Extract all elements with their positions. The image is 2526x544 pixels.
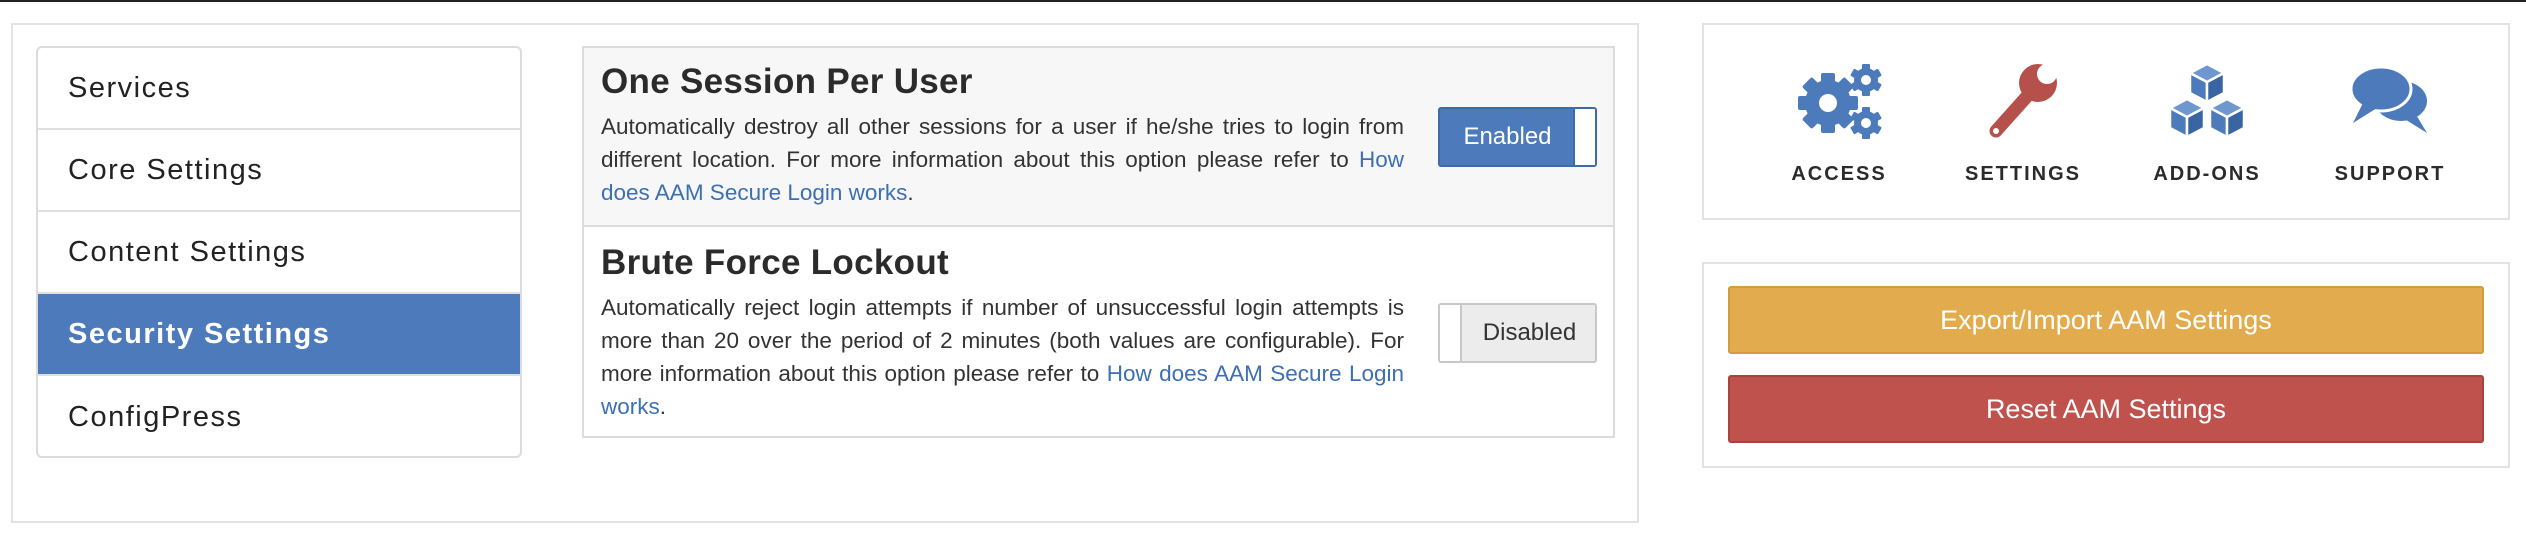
nav-item-label: Content Settings bbox=[68, 235, 307, 268]
setting-description: Automatically reject login attempts if n… bbox=[601, 291, 1404, 423]
toggle-label: Enabled bbox=[1463, 123, 1552, 150]
nav-item-core-settings[interactable]: Core Settings bbox=[38, 130, 520, 212]
setting-title: One Session Per User bbox=[601, 62, 973, 101]
support-link[interactable]: SUPPORT bbox=[2300, 61, 2480, 186]
quick-link-label: SUPPORT bbox=[2334, 163, 2446, 185]
setting-row-one-session: One Session Per User Automatically destr… bbox=[584, 48, 1613, 227]
quick-links-panel: ACCESS SETTINGS ADD-ONS SUPPORT bbox=[1702, 23, 2510, 220]
setting-description: Automatically destroy all other sessions… bbox=[601, 110, 1404, 209]
setting-row-brute-force: Brute Force Lockout Automatically reject… bbox=[584, 227, 1613, 436]
description-text: Automatically destroy all other sessions… bbox=[601, 114, 1404, 172]
wrench-icon bbox=[1989, 64, 2057, 138]
security-settings-table: One Session Per User Automatically destr… bbox=[582, 46, 1615, 438]
quick-link-label: ACCESS bbox=[1791, 163, 1887, 185]
toggle-handle bbox=[1440, 305, 1462, 361]
one-session-toggle[interactable]: Enabled bbox=[1438, 107, 1597, 167]
access-link[interactable]: ACCESS bbox=[1749, 61, 1929, 186]
chat-bubbles-icon bbox=[2349, 65, 2427, 133]
quick-link-label: SETTINGS bbox=[1964, 163, 2081, 185]
add-ons-link[interactable]: ADD-ONS bbox=[2117, 61, 2297, 186]
settings-nav: Services Core Settings Content Settings … bbox=[36, 46, 522, 458]
toggle-handle bbox=[1573, 109, 1595, 165]
settings-link[interactable]: SETTINGS bbox=[1933, 61, 2113, 186]
export-import-button[interactable]: Export/Import AAM Settings bbox=[1728, 286, 2484, 354]
reset-settings-button[interactable]: Reset AAM Settings bbox=[1728, 375, 2484, 443]
toggle-label: Disabled bbox=[1482, 319, 1577, 346]
nav-item-label: ConfigPress bbox=[68, 400, 243, 433]
nav-item-content-settings[interactable]: Content Settings bbox=[38, 212, 520, 294]
top-border bbox=[0, 0, 2526, 2]
setting-title: Brute Force Lockout bbox=[601, 243, 949, 282]
cubes-icon bbox=[2168, 62, 2246, 139]
nav-item-label: Services bbox=[68, 71, 192, 104]
nav-item-configpress[interactable]: ConfigPress bbox=[38, 376, 520, 456]
nav-item-security-settings[interactable]: Security Settings bbox=[38, 294, 520, 376]
gears-icon bbox=[1798, 64, 1882, 139]
description-suffix: . bbox=[907, 180, 914, 205]
quick-link-label: ADD-ONS bbox=[2153, 163, 2261, 185]
settings-actions-panel: Export/Import AAM Settings Reset AAM Set… bbox=[1702, 262, 2510, 468]
nav-item-services[interactable]: Services bbox=[38, 48, 520, 130]
nav-item-label: Security Settings bbox=[68, 317, 331, 350]
brute-force-toggle[interactable]: Disabled bbox=[1438, 303, 1597, 363]
description-suffix: . bbox=[659, 394, 667, 419]
nav-item-label: Core Settings bbox=[68, 153, 264, 186]
